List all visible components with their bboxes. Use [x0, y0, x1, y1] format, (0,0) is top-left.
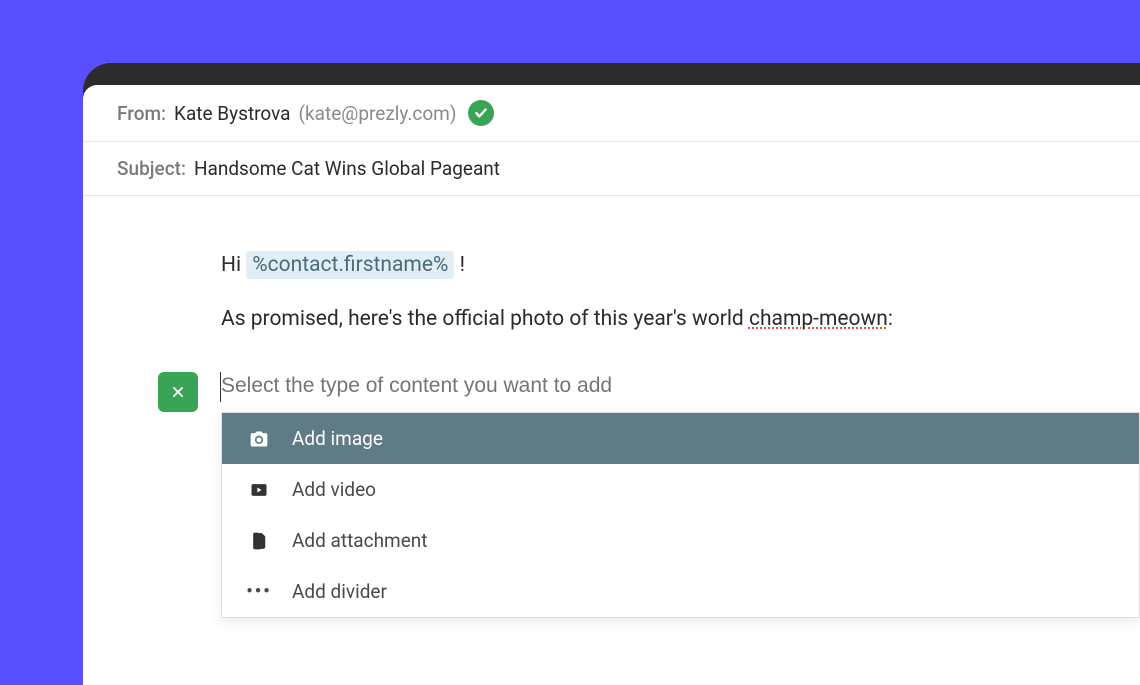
line2-prefix: As promised, here's the official photo o…	[221, 307, 749, 331]
greeting-prefix: Hi	[221, 253, 246, 277]
option-label: Add attachment	[292, 529, 428, 552]
option-label: Add video	[292, 478, 376, 501]
option-add-attachment[interactable]: Add attachment	[222, 515, 1139, 566]
subject-row: Subject: Handsome Cat Wins Global Pagean…	[83, 142, 1140, 196]
subject-label: Subject:	[117, 157, 186, 180]
email-composer: From: Kate Bystrova (kate@prezly.com) Su…	[83, 85, 1140, 685]
close-insert-button[interactable]	[158, 372, 198, 412]
content-type-dropdown: Add image Add video Add attachment	[221, 412, 1140, 618]
option-add-divider[interactable]: ••• Add divider	[222, 566, 1139, 617]
greeting-suffix: !	[454, 253, 465, 277]
subject-value[interactable]: Handsome Cat Wins Global Pageant	[194, 157, 500, 180]
option-label: Add image	[292, 427, 383, 450]
body-line-2[interactable]: As promised, here's the official photo o…	[221, 302, 1106, 338]
option-add-video[interactable]: Add video	[222, 464, 1139, 515]
camera-icon	[248, 428, 270, 450]
body-text[interactable]: Hi %contact.firstname% ! As promised, he…	[117, 248, 1106, 337]
from-row: From: Kate Bystrova (kate@prezly.com)	[83, 85, 1140, 142]
greeting-line[interactable]: Hi %contact.firstname% !	[221, 248, 1106, 284]
from-label: From:	[117, 102, 166, 125]
window-frame: From: Kate Bystrova (kate@prezly.com) Su…	[83, 63, 1140, 685]
line2-suffix: :	[888, 307, 893, 331]
verified-icon	[468, 100, 494, 126]
document-icon	[248, 530, 270, 552]
from-email: (kate@prezly.com)	[299, 102, 457, 125]
email-body[interactable]: Hi %contact.firstname% ! As promised, he…	[83, 196, 1140, 375]
spellcheck-word[interactable]: champ-meown	[749, 307, 888, 331]
from-name[interactable]: Kate Bystrova	[174, 102, 290, 125]
option-add-image[interactable]: Add image	[222, 413, 1139, 464]
merge-tag[interactable]: %contact.firstname%	[246, 251, 454, 279]
insert-content-input[interactable]	[221, 374, 821, 398]
play-icon	[248, 479, 270, 501]
dots-icon: •••	[248, 581, 270, 603]
